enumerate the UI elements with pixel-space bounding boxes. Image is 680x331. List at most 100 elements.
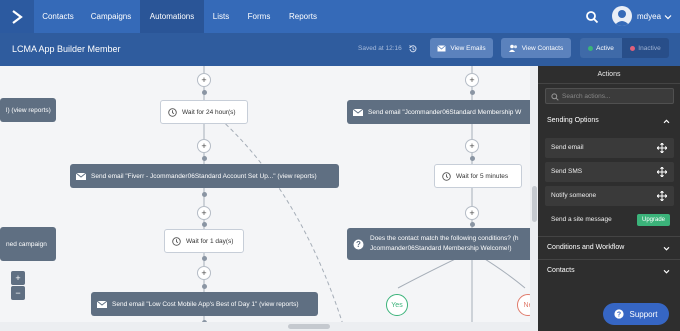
clock-icon (172, 236, 181, 246)
support-button[interactable]: ? Support (603, 303, 669, 325)
chevron-down-icon[interactable] (664, 13, 672, 21)
logo-chevron-icon (12, 9, 23, 24)
contacts-icon (508, 44, 517, 52)
avatar[interactable] (612, 6, 632, 26)
toggle-active[interactable]: Active (580, 38, 622, 58)
zoom-out-button[interactable]: − (11, 286, 25, 300)
page-title: LCMA App Builder Member (12, 44, 121, 54)
wait-24-hours-node[interactable]: Wait for 24 hour(s) (160, 100, 248, 124)
username[interactable]: mdyea (637, 0, 661, 33)
action-send-email[interactable]: Send email (545, 138, 674, 158)
wait-5-minutes-label: Wait for 5 minutes (456, 172, 509, 180)
vertical-scrollbar[interactable] (530, 66, 538, 331)
nav-lists[interactable]: Lists (204, 0, 238, 33)
clock-icon (442, 171, 451, 181)
action-notify-someone[interactable]: Notify someone (545, 186, 674, 206)
send-email-membership-label: Send email "Jcommander06Standard Members… (368, 108, 522, 116)
send-email-fiverr-label: Send email "Fiverr - Jcommander06Standar… (91, 172, 317, 180)
status-toggle[interactable]: Active Inactive (580, 38, 669, 58)
chevron-down-icon (663, 269, 670, 274)
search-icon[interactable] (585, 10, 599, 24)
search-icon (551, 93, 559, 101)
wait-1-day-node[interactable]: Wait for 1 day(s) (164, 229, 244, 253)
left-email-node[interactable]: l) (view reports) (0, 98, 56, 122)
action-notify-someone-label: Notify someone (551, 192, 597, 199)
section-contacts[interactable]: Contacts (538, 259, 680, 281)
view-contacts-button[interactable]: View Contacts (501, 38, 571, 58)
automation-canvas[interactable]: l) (view reports) ned campaign + Wait fo… (0, 66, 538, 331)
actions-title: Actions (538, 66, 680, 84)
envelope-icon (437, 44, 447, 51)
upgrade-button[interactable]: Upgrade (636, 214, 670, 226)
send-email-fiverr-node[interactable]: Send email "Fiverr - Jcommander06Standar… (70, 164, 339, 188)
top-nav: Contacts Campaigns Automations Lists For… (0, 0, 680, 33)
connector-dot (202, 90, 207, 95)
add-step-button[interactable]: + (465, 73, 479, 87)
view-emails-label: View Emails (450, 44, 486, 52)
action-send-email-label: Send email (551, 144, 584, 151)
connector-dot (202, 192, 207, 197)
action-send-sms-label: Send SMS (551, 168, 583, 175)
condition-line-2: Jcommander06Standard Membership Welcome!… (370, 245, 512, 252)
action-send-site-message[interactable]: Send a site message Upgrade (545, 210, 674, 230)
help-icon: ? (614, 309, 625, 319)
section-contacts-label: Contacts (547, 267, 575, 274)
send-email-low-cost-node[interactable]: Send email "Low Cost Mobile App's Best o… (91, 292, 318, 316)
actions-search[interactable] (545, 88, 674, 104)
connector-dot (202, 284, 207, 289)
condition-line-1: Does the contact match the following con… (370, 235, 519, 242)
actions-panel: Actions Sending Options Send email Send … (538, 66, 680, 331)
wait-24-hours-label: Wait for 24 hour(s) (182, 108, 236, 116)
logo[interactable] (0, 0, 34, 33)
left-campaign-node[interactable]: ned campaign (0, 227, 56, 261)
section-conditions-workflow[interactable]: Conditions and Workflow (538, 236, 680, 258)
support-label: Support (629, 309, 658, 319)
chevron-down-icon (663, 246, 670, 251)
action-send-sms[interactable]: Send SMS (545, 162, 674, 182)
horizontal-scrollbar[interactable] (0, 322, 530, 331)
connector-dot (202, 156, 207, 161)
send-email-membership-node[interactable]: Send email "Jcommander06Standard Members… (347, 100, 538, 124)
add-step-button[interactable]: + (197, 73, 211, 87)
add-step-button[interactable]: + (465, 206, 479, 220)
section-conditions-label: Conditions and Workflow (547, 244, 625, 251)
wait-1-day-label: Wait for 1 day(s) (186, 237, 234, 245)
active-dot-icon (588, 45, 594, 51)
wait-5-minutes-node[interactable]: Wait for 5 minutes (434, 164, 522, 188)
nav-automations[interactable]: Automations (140, 0, 204, 33)
clock-icon (168, 107, 177, 117)
nav-contacts[interactable]: Contacts (34, 0, 82, 33)
condition-node[interactable]: ? Does the contact match the following c… (347, 228, 538, 260)
add-step-button[interactable]: + (197, 139, 211, 153)
view-emails-button[interactable]: View Emails (430, 38, 493, 58)
move-icon[interactable] (657, 143, 667, 153)
yes-branch[interactable]: Yes (386, 294, 408, 316)
move-icon[interactable] (657, 167, 667, 177)
connector-dot (202, 256, 207, 261)
history-icon[interactable] (408, 44, 418, 54)
nav-reports[interactable]: Reports (280, 0, 326, 33)
toggle-inactive[interactable]: Inactive (622, 38, 669, 58)
actions-search-input[interactable] (562, 90, 670, 102)
add-step-button[interactable]: + (465, 139, 479, 153)
left-email-node-label: l) (view reports) (6, 106, 51, 114)
add-step-button[interactable]: + (197, 206, 211, 220)
inactive-dot-icon (630, 45, 636, 51)
nav-forms[interactable]: Forms (238, 0, 280, 33)
zoom-in-button[interactable]: + (11, 271, 25, 285)
envelope-icon (97, 300, 107, 308)
nav-campaigns[interactable]: Campaigns (82, 0, 140, 33)
svg-text:?: ? (356, 240, 361, 249)
active-label: Active (596, 44, 614, 52)
move-icon[interactable] (657, 191, 667, 201)
horizontal-scroll-thumb[interactable] (288, 324, 330, 329)
action-send-site-message-label: Send a site message (551, 216, 612, 223)
section-sending-options-label: Sending Options (547, 117, 599, 124)
question-icon: ? (353, 239, 364, 249)
vertical-scroll-thumb[interactable] (532, 186, 537, 222)
left-campaign-node-label: ned campaign (6, 240, 47, 248)
add-step-button[interactable]: + (197, 266, 211, 280)
connector-dot (470, 90, 475, 95)
section-sending-options[interactable]: Sending Options (538, 110, 680, 132)
inactive-label: Inactive (638, 44, 661, 52)
